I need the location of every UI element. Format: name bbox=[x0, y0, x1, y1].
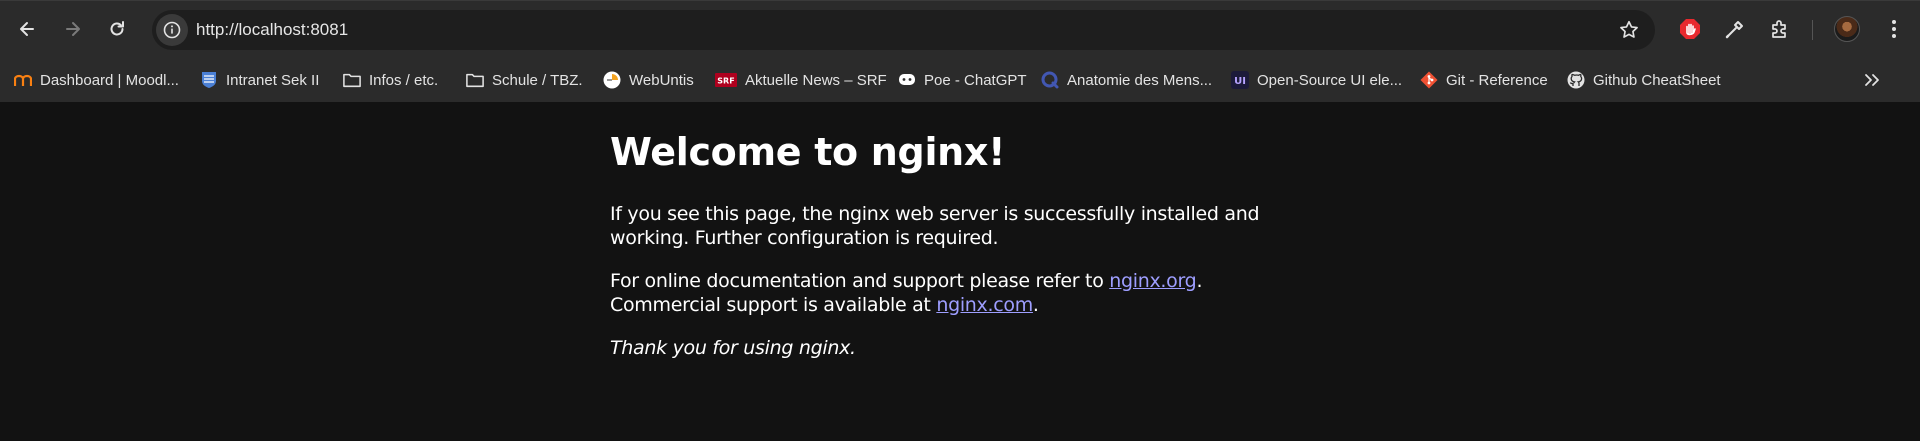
ui-icon: UI bbox=[1231, 71, 1249, 89]
eyedropper-extension-button[interactable] bbox=[1719, 13, 1751, 45]
more-bookmarks-button[interactable] bbox=[1860, 68, 1884, 92]
puzzle-icon bbox=[1772, 20, 1786, 38]
toolbar-divider bbox=[1812, 20, 1813, 40]
star-icon bbox=[1620, 20, 1638, 38]
webuntis-icon bbox=[603, 71, 621, 89]
school-crest-icon bbox=[200, 71, 218, 89]
page-viewport: Welcome to nginx! If you see this page, … bbox=[0, 102, 1920, 441]
reload-icon bbox=[110, 21, 124, 36]
address-bar[interactable]: http://localhost:8081 bbox=[152, 10, 1655, 50]
install-message: If you see this page, the nginx web serv… bbox=[610, 202, 1260, 249]
srf-icon: SRF bbox=[715, 71, 737, 89]
thank-you-text: Thank you for using nginx. bbox=[610, 336, 856, 359]
bookmark-label: Schule / TBZ. bbox=[492, 71, 583, 89]
poe-icon bbox=[898, 71, 916, 89]
arrow-left-icon bbox=[20, 22, 34, 36]
nginx-com-link[interactable]: nginx.com bbox=[936, 294, 1033, 316]
bookmark-label: Poe - ChatGPT bbox=[924, 71, 1027, 89]
bookmark-label: Aktuelle News – SRF bbox=[745, 71, 887, 89]
bookmark-star-button[interactable] bbox=[1617, 18, 1641, 42]
bookmark-label: Github CheatSheet bbox=[1593, 71, 1721, 89]
git-icon bbox=[1420, 71, 1438, 89]
double-chevron-right-icon bbox=[1865, 74, 1879, 86]
bookmark-label: Git - Reference bbox=[1446, 71, 1548, 89]
extensions-button[interactable] bbox=[1764, 13, 1796, 45]
info-icon bbox=[163, 21, 181, 39]
bookmark-srf[interactable]: SRF Aktuelle News – SRF bbox=[715, 66, 887, 94]
doc-period: . bbox=[1196, 269, 1203, 292]
bookmark-folder-infos[interactable]: Infos / etc. bbox=[343, 66, 438, 94]
quizlet-icon bbox=[1041, 71, 1059, 89]
page-title: Welcome to nginx! bbox=[610, 130, 1006, 174]
stop-hand-icon bbox=[1680, 19, 1700, 39]
bookmark-open-source-ui[interactable]: UI Open-Source UI ele... bbox=[1231, 66, 1402, 94]
adblock-extension-button[interactable] bbox=[1674, 13, 1706, 45]
browser-toolbar: http://localhost:8081 bbox=[0, 0, 1920, 58]
browser-menu-button[interactable] bbox=[1878, 13, 1910, 45]
thank-you-message: Thank you for using nginx. bbox=[610, 336, 1260, 360]
bookmark-label: Dashboard | Moodl... bbox=[40, 71, 179, 89]
nginx-welcome-content: Welcome to nginx! If you see this page, … bbox=[610, 130, 1260, 379]
bookmark-anatomie[interactable]: Anatomie des Mens... bbox=[1041, 66, 1212, 94]
documentation-message: For online documentation and support ple… bbox=[610, 269, 1260, 317]
svg-text:UI: UI bbox=[1234, 76, 1246, 87]
bookmark-folder-schule[interactable]: Schule / TBZ. bbox=[466, 66, 583, 94]
nginx-org-link[interactable]: nginx.org bbox=[1109, 270, 1196, 292]
site-info-button[interactable] bbox=[156, 14, 188, 46]
bookmark-label: Anatomie des Mens... bbox=[1067, 71, 1213, 89]
bookmark-label: Intranet Sek II bbox=[226, 71, 320, 89]
svg-text:SRF: SRF bbox=[717, 77, 734, 86]
back-button[interactable] bbox=[9, 11, 45, 47]
support-text: Commercial support is available at bbox=[610, 293, 937, 316]
doc-text: For online documentation and support ple… bbox=[610, 269, 1110, 292]
bookmark-label: Open-Source UI ele... bbox=[1257, 71, 1403, 89]
bookmark-label: WebUntis bbox=[629, 71, 694, 89]
bookmark-webuntis[interactable]: WebUntis bbox=[603, 66, 694, 94]
bookmarks-bar: Dashboard | Moodl... Intranet Sek II Inf… bbox=[0, 58, 1920, 102]
moodle-icon bbox=[14, 71, 32, 89]
bookmark-intranet[interactable]: Intranet Sek II bbox=[200, 66, 319, 94]
url-text[interactable]: http://localhost:8081 bbox=[196, 20, 348, 40]
support-period: . bbox=[1032, 293, 1039, 316]
arrow-right-icon bbox=[66, 22, 80, 36]
folder-icon bbox=[343, 71, 361, 89]
bookmark-github-cheatsheet[interactable]: Github CheatSheet bbox=[1567, 66, 1721, 94]
bookmark-poe[interactable]: Poe - ChatGPT bbox=[898, 66, 1027, 94]
bookmark-git-reference[interactable]: Git - Reference bbox=[1420, 66, 1548, 94]
folder-icon bbox=[466, 71, 484, 89]
eyedropper-icon bbox=[1725, 21, 1743, 39]
bookmark-label: Infos / etc. bbox=[369, 71, 439, 89]
github-icon bbox=[1567, 71, 1585, 89]
reload-button[interactable] bbox=[99, 11, 135, 47]
forward-button[interactable] bbox=[55, 11, 91, 47]
bookmark-moodle[interactable]: Dashboard | Moodl... bbox=[14, 66, 179, 94]
profile-avatar[interactable] bbox=[1834, 16, 1860, 42]
more-vertical-icon bbox=[1892, 20, 1896, 38]
